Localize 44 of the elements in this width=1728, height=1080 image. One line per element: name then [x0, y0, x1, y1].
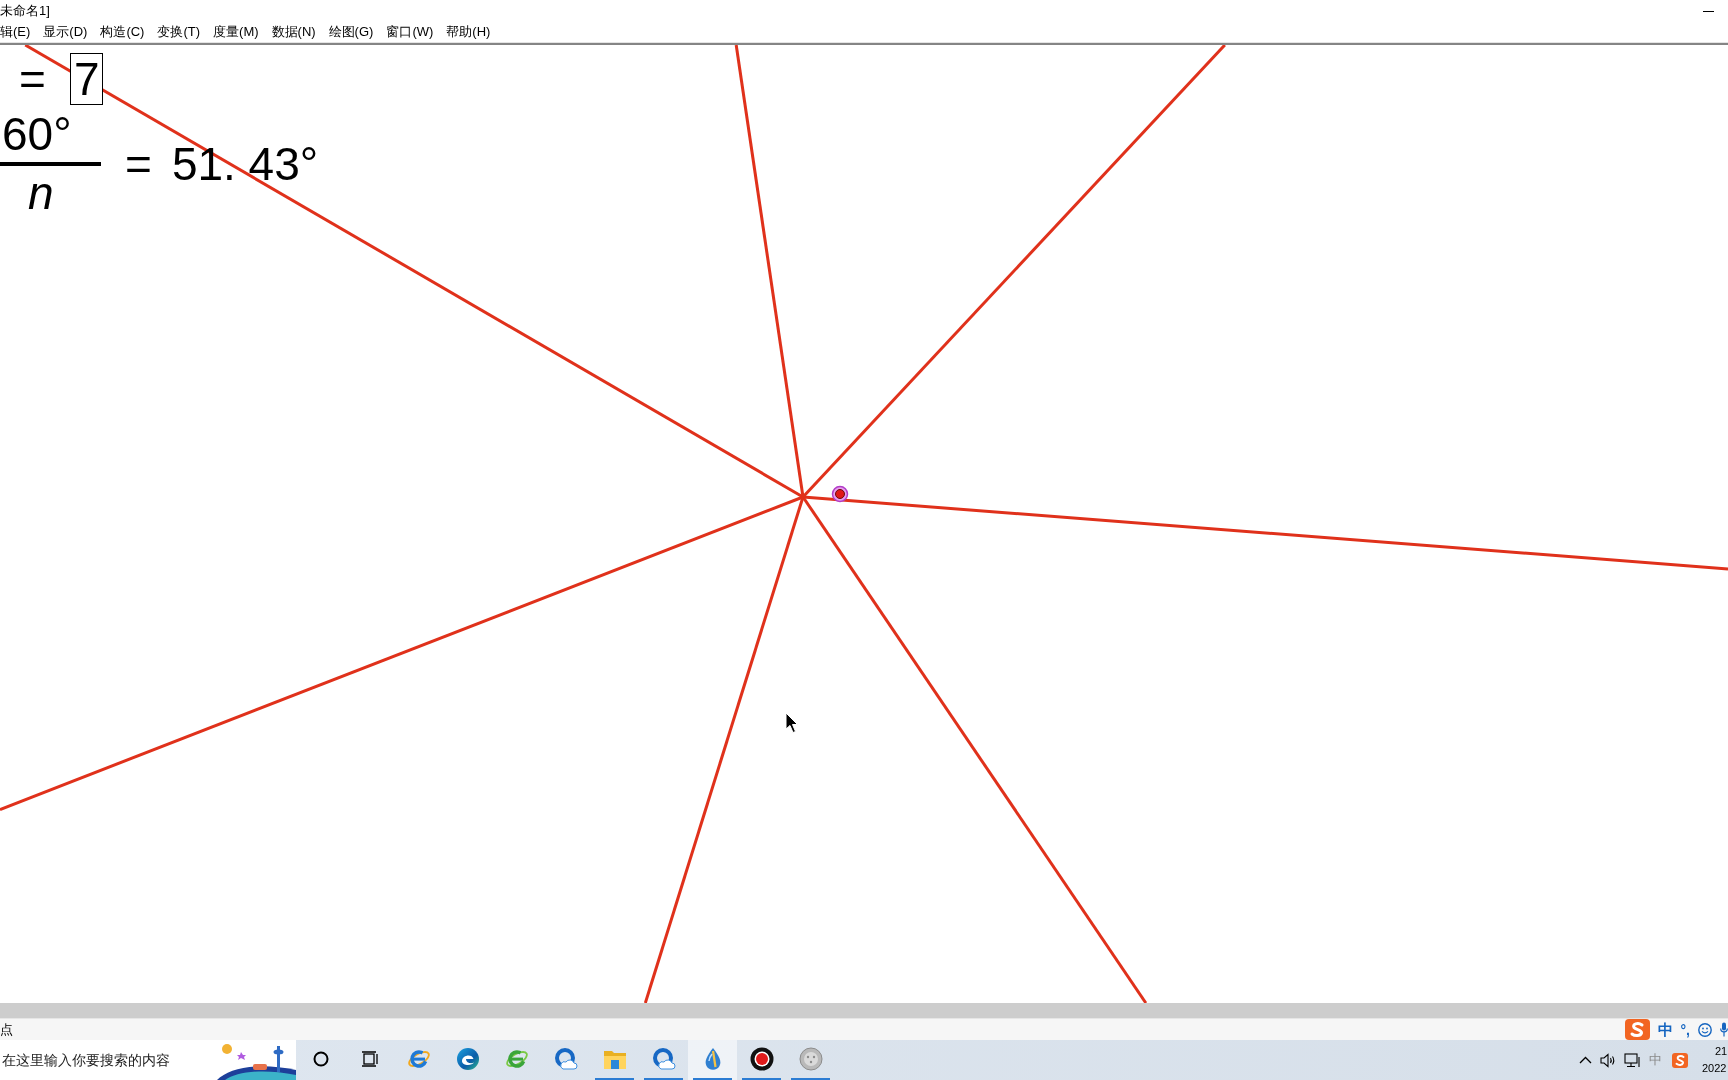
menu-item[interactable]: 绘图(G) — [328, 24, 374, 40]
input-mode-toggle[interactable]: 中 — [1657, 1020, 1673, 1039]
menu-item[interactable]: 辑(E) — [0, 24, 31, 40]
cloud-ring-icon — [651, 1047, 676, 1071]
horizontal-scrollbar[interactable] — [0, 1003, 1728, 1018]
cloud-ring-icon — [553, 1047, 578, 1071]
calculation-result: 51. 43° — [171, 140, 319, 187]
fraction-numerator: 60° — [2, 111, 72, 157]
swirl-icon — [455, 1047, 480, 1071]
task-view-icon — [360, 1051, 379, 1067]
window-title: 未命名1] — [0, 3, 50, 19]
equals-sign: = — [19, 56, 46, 102]
s-logo-icon[interactable] — [1624, 1019, 1650, 1040]
disc-icon — [798, 1047, 823, 1071]
menu-item[interactable]: 帮助(H) — [446, 24, 491, 40]
microphone-icon[interactable] — [1720, 1022, 1728, 1037]
clock-time[interactable]: 21 — [1715, 1045, 1728, 1058]
menu-item[interactable]: 变换(T) — [157, 24, 201, 40]
clock-date[interactable]: 2022 — [1702, 1062, 1728, 1075]
menu-item[interactable]: 数据(N) — [271, 24, 316, 40]
point-icon[interactable] — [831, 485, 849, 503]
e-orbit-icon — [504, 1047, 529, 1071]
menu-item[interactable]: 构造(C) — [100, 24, 145, 40]
chevron-up-icon[interactable] — [1578, 1056, 1592, 1064]
s-logo-icon[interactable] — [1672, 1052, 1688, 1068]
parameter-value[interactable]: 7 — [69, 53, 104, 105]
smiley-icon[interactable] — [1698, 1022, 1712, 1037]
e-orbit-icon — [406, 1047, 431, 1071]
fraction-denominator: n — [28, 170, 54, 216]
menu-item[interactable]: 显示(D) — [43, 24, 88, 40]
ring-icon — [312, 1051, 329, 1067]
folder-icon — [602, 1048, 627, 1070]
search-field[interactable]: 在这里输入你要搜索的内容 — [0, 1040, 217, 1080]
equals-sign: = — [125, 140, 152, 187]
minimize-icon[interactable] — [1702, 10, 1714, 12]
search-highlight-illustration[interactable] — [217, 1040, 296, 1080]
punctuation-toggle[interactable]: °, — [1680, 1021, 1690, 1038]
record-icon — [749, 1047, 774, 1071]
menu-item[interactable]: 度量(M) — [213, 24, 259, 40]
monitor-icon[interactable] — [1623, 1052, 1641, 1068]
menu-item[interactable]: 窗口(W) — [386, 24, 434, 40]
status-text: 点 — [0, 1021, 13, 1038]
cursor-icon — [785, 712, 798, 733]
speaker-icon[interactable] — [1599, 1052, 1617, 1068]
